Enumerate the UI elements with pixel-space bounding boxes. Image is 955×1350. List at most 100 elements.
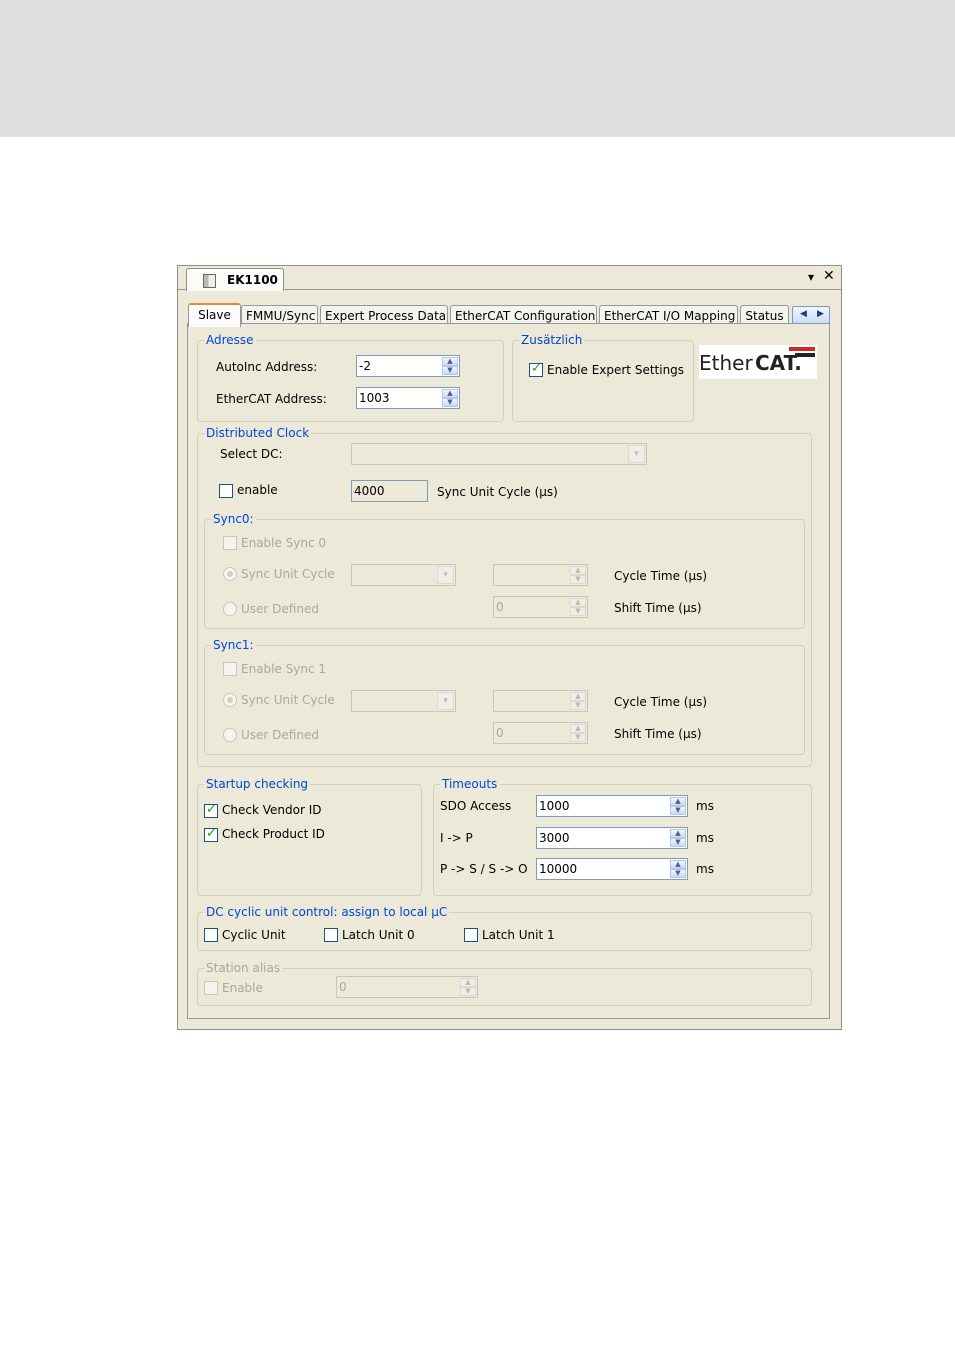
- sync1-shift-value: 0: [496, 726, 504, 740]
- enable-sync1-checkbox[interactable]: [223, 662, 237, 676]
- window-menu-arrow-icon[interactable]: ▾: [808, 270, 814, 284]
- p-to-s-unit: ms: [696, 862, 714, 876]
- chevron-down-icon[interactable]: ▾: [437, 566, 454, 584]
- adresse-group: Adresse: [197, 333, 504, 422]
- cyclic-unit-label: Cyclic Unit: [222, 928, 286, 942]
- station-alias-enable-checkbox[interactable]: [204, 981, 218, 995]
- chevron-down-icon[interactable]: ▾: [628, 445, 645, 463]
- spin-up-icon[interactable]: ▲: [442, 389, 458, 398]
- sync0-cycle-time-stepper[interactable]: ▲ ▼: [493, 564, 588, 586]
- spin-up-icon[interactable]: ▲: [460, 978, 476, 987]
- sync1-shift-time-label: Shift Time (µs): [614, 727, 702, 741]
- sync1-legend: Sync1:: [211, 638, 256, 652]
- sync1-user-defined-radio[interactable]: [223, 728, 237, 742]
- check-vendor-id-label: Check Vendor ID: [222, 803, 322, 817]
- latch-unit1-checkbox[interactable]: [464, 928, 478, 942]
- sync1-cycle-time-label: Cycle Time (µs): [614, 695, 708, 709]
- spin-up-icon[interactable]: ▲: [570, 692, 586, 701]
- cyclic-unit-checkbox[interactable]: [204, 928, 218, 942]
- spin-up-icon[interactable]: ▲: [570, 598, 586, 607]
- zusaetzlich-group: Zusätzlich: [512, 333, 694, 422]
- logo-arrow-icon: [795, 353, 815, 357]
- spin-up-icon[interactable]: ▲: [670, 797, 686, 806]
- tab-slave-label: Slave: [198, 308, 231, 322]
- sync0-cycle-time-label: Cycle Time (µs): [614, 569, 708, 583]
- ethercat-address-label: EtherCAT Address:: [216, 392, 327, 406]
- tab-slave[interactable]: Slave: [188, 303, 241, 327]
- p-to-s-stepper[interactable]: 10000 ▲ ▼: [536, 858, 688, 880]
- close-icon[interactable]: ✕: [823, 268, 835, 284]
- i-to-p-unit: ms: [696, 831, 714, 845]
- sync1-unit-cycle-label: Sync Unit Cycle: [241, 693, 335, 707]
- dc-enable-checkbox[interactable]: [219, 484, 233, 498]
- latch-unit0-label: Latch Unit 0: [342, 928, 415, 942]
- spin-up-icon[interactable]: ▲: [670, 860, 686, 869]
- enable-sync1-label: Enable Sync 1: [241, 662, 327, 676]
- sync-unit-cycle-value: 4000: [354, 484, 385, 498]
- enable-sync0-label: Enable Sync 0: [241, 536, 327, 550]
- spin-down-icon[interactable]: ▼: [570, 607, 586, 616]
- latch-unit0-checkbox[interactable]: [324, 928, 338, 942]
- sync1-shift-time-stepper[interactable]: 0 ▲ ▼: [493, 722, 588, 744]
- check-icon: ✓: [206, 802, 217, 817]
- spin-up-icon[interactable]: ▲: [570, 566, 586, 575]
- latch-unit1-label: Latch Unit 1: [482, 928, 555, 942]
- station-alias-stepper[interactable]: 0 ▲ ▼: [336, 976, 478, 998]
- select-dc-dropdown[interactable]: ▾: [351, 443, 647, 465]
- ethercat-address-stepper[interactable]: 1003 ▲ ▼: [356, 387, 460, 409]
- sync0-user-defined-radio[interactable]: [223, 602, 237, 616]
- sync-unit-cycle-label: Sync Unit Cycle (µs): [437, 485, 558, 499]
- check-vendor-id-checkbox[interactable]: ✓: [204, 802, 218, 818]
- enable-sync0-checkbox[interactable]: [223, 536, 237, 550]
- tab-fmmu-sync-label: FMMU/Sync: [246, 309, 316, 323]
- autoinc-address-label: AutoInc Address:: [216, 360, 318, 374]
- spin-up-icon[interactable]: ▲: [670, 829, 686, 838]
- tab-scroll-buttons[interactable]: ◀ ▶: [792, 306, 830, 324]
- sync1-user-defined-label: User Defined: [241, 728, 319, 742]
- tab-ethercat-io-mapping-label: EtherCAT I/O Mapping: [604, 309, 736, 323]
- sdo-access-unit: ms: [696, 799, 714, 813]
- scroll-right-icon[interactable]: ▶: [817, 309, 824, 319]
- i-to-p-value: 3000: [539, 831, 570, 845]
- sync-unit-cycle-field[interactable]: 4000: [351, 480, 428, 502]
- scroll-left-icon[interactable]: ◀: [800, 309, 807, 319]
- radio-dot: [227, 571, 233, 577]
- spin-up-icon[interactable]: ▲: [570, 724, 586, 733]
- sync1-cycle-time-stepper[interactable]: ▲ ▼: [493, 690, 588, 712]
- sync1-cycle-dropdown[interactable]: ▾: [351, 690, 456, 712]
- logo-ether-text: Ether: [699, 351, 753, 375]
- sync0-unit-cycle-radio[interactable]: [223, 567, 237, 581]
- spin-down-icon[interactable]: ▼: [442, 366, 458, 375]
- station-alias-enable-label: Enable: [222, 981, 263, 995]
- autoinc-address-stepper[interactable]: -2 ▲ ▼: [356, 355, 460, 377]
- spin-down-icon[interactable]: ▼: [670, 806, 686, 815]
- autoinc-address-value: -2: [359, 359, 371, 373]
- sdo-access-label: SDO Access: [440, 799, 512, 813]
- sdo-access-stepper[interactable]: 1000 ▲ ▼: [536, 795, 688, 817]
- spin-down-icon[interactable]: ▼: [570, 575, 586, 584]
- document-tab-ek1100[interactable]: EK1100: [186, 268, 284, 291]
- spin-down-icon[interactable]: ▼: [442, 398, 458, 407]
- ek1100-window: EK1100 ▾ ✕ Slave FMMU/Sync Expert Proces…: [177, 265, 842, 1030]
- sync0-user-defined-label: User Defined: [241, 602, 319, 616]
- startup-checking-legend: Startup checking: [204, 777, 311, 791]
- sync1-unit-cycle-radio[interactable]: [223, 693, 237, 707]
- sync0-shift-time-label: Shift Time (µs): [614, 601, 702, 615]
- spin-down-icon[interactable]: ▼: [570, 701, 586, 710]
- spin-down-icon[interactable]: ▼: [670, 838, 686, 847]
- i-to-p-stepper[interactable]: 3000 ▲ ▼: [536, 827, 688, 849]
- spin-up-icon[interactable]: ▲: [442, 357, 458, 366]
- spin-down-icon[interactable]: ▼: [670, 869, 686, 878]
- enable-expert-settings-label: Enable Expert Settings: [547, 363, 685, 377]
- p-to-s-value: 10000: [539, 862, 578, 876]
- sync0-cycle-dropdown[interactable]: ▾: [351, 564, 456, 586]
- chevron-down-icon[interactable]: ▾: [437, 692, 454, 710]
- station-alias-group: Station alias: [197, 961, 812, 1006]
- sdo-access-value: 1000: [539, 799, 570, 813]
- spin-down-icon[interactable]: ▼: [460, 987, 476, 996]
- sync0-shift-time-stepper[interactable]: 0 ▲ ▼: [493, 596, 588, 618]
- check-product-id-checkbox[interactable]: ✓: [204, 826, 218, 842]
- enable-expert-settings-checkbox[interactable]: ✓: [529, 361, 543, 377]
- spin-down-icon[interactable]: ▼: [570, 733, 586, 742]
- dc-cyclic-legend: DC cyclic unit control: assign to local …: [204, 905, 450, 919]
